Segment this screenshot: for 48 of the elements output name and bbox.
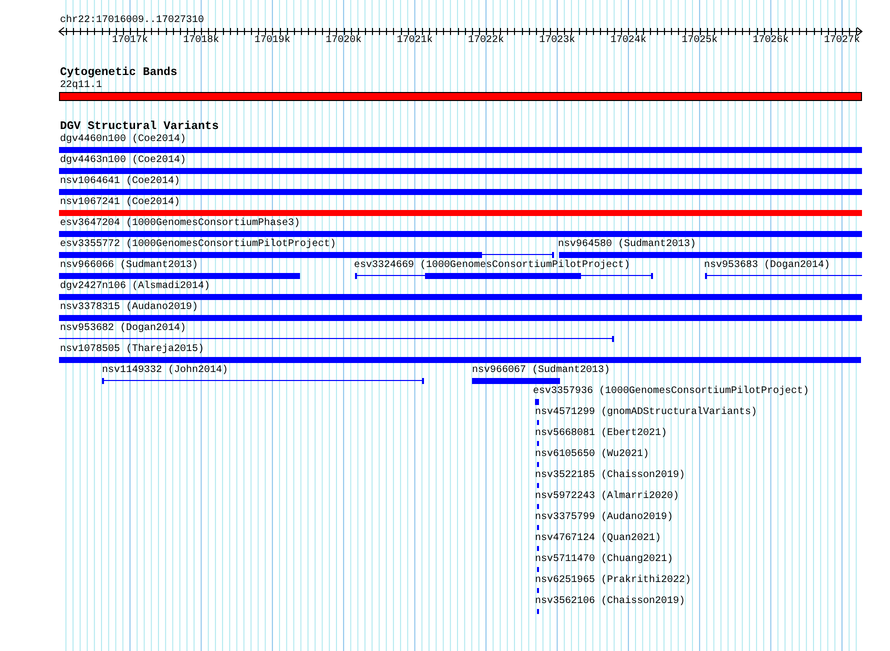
variant-span[interactable]	[59, 336, 614, 342]
variant-label: nsv1149332 (John2014)	[102, 365, 228, 377]
ruler-tick-label: 17026k	[752, 35, 789, 47]
variant-span[interactable]	[705, 273, 862, 279]
variant-label: nsv964580 (Sudmant2013)	[558, 239, 696, 251]
ruler-tick-label: 17019k	[254, 35, 290, 47]
cytoband-bar[interactable]	[59, 92, 862, 101]
variant-label: nsv3375799 (Audano2019)	[535, 512, 674, 524]
variant-label: nsv1064641 (Coe2014)	[60, 176, 180, 188]
ruler-tick-label: 17017k	[112, 35, 148, 47]
location-label: chr22:17016009..17027310	[60, 15, 204, 27]
variant-label: nsv1067241 (Coe2014)	[60, 197, 180, 209]
variant-label: esv3647204 (1000GenomesConsortiumPhase3)	[60, 218, 300, 230]
ruler-tick-label: 17027k	[824, 35, 860, 47]
variant-label: nsv4571299 (gnomADStructuralVariants)	[535, 407, 758, 419]
variant-label: nsv6251965 (Prakrithi2022)	[535, 575, 692, 587]
band-label: 22q11.1	[60, 80, 102, 92]
variant-label: nsv966067 (Sudmant2013)	[472, 365, 610, 377]
variant-label: nsv4767124 (Quan2021)	[535, 533, 662, 545]
variant-label: nsv3522185 (Chaisson2019)	[535, 470, 686, 482]
variant-label: esv3357936 (1000GenomesConsortiumPilotProject)	[533, 386, 810, 398]
variant-label: dgv4463n100 (Coe2014)	[60, 155, 186, 167]
ruler-tick-label: 17022k	[468, 35, 504, 47]
variant-bar[interactable]	[355, 273, 653, 279]
variant-label: nsv966066 (Sudmant2013)	[60, 260, 198, 272]
variant-label: nsv953683 (Dogan2014)	[704, 260, 830, 272]
variant-label: nsv6105650 (Wu2021)	[535, 449, 650, 461]
variant-label: esv3355772 (1000GenomesConsortiumPilotProject)	[60, 239, 336, 251]
variant-label: dgv2427n106 (Alsmadi2014)	[60, 281, 210, 293]
variant-label: esv3324669 (1000GenomesConsortiumPilotProject)	[354, 260, 630, 272]
variant-label: nsv3378315 (Audano2019)	[60, 302, 198, 314]
track-title: Cytogenetic Bands	[60, 67, 178, 79]
variant-label: nsv1078505 (Thareja2015)	[60, 344, 204, 356]
variant-bar[interactable]	[59, 252, 554, 258]
variant-span[interactable]	[102, 378, 424, 384]
ruler-tick-label: 17023k	[539, 35, 576, 47]
variant-label: nsv5668081 (Ebert2021)	[535, 428, 668, 440]
variant-label: nsv5711470 (Chuang2021)	[535, 554, 674, 566]
variant-label: nsv5972243 (Almarri2020)	[535, 491, 680, 503]
variant-label: dgv4460n100 (Coe2014)	[60, 134, 186, 146]
ruler-tick-label: 17025k	[682, 35, 718, 47]
ruler-tick-label: 17021k	[396, 35, 433, 47]
variant-label: nsv953682 (Dogan2014)	[60, 323, 186, 335]
variant-label: nsv3562106 (Chaisson2019)	[535, 596, 686, 608]
ruler-tick-label: 17020k	[326, 35, 362, 47]
ruler-tick-label: 17018k	[183, 35, 220, 47]
ruler-tick-label: 17024k	[610, 35, 646, 47]
track-title: DGV Structural Variants	[60, 121, 219, 133]
